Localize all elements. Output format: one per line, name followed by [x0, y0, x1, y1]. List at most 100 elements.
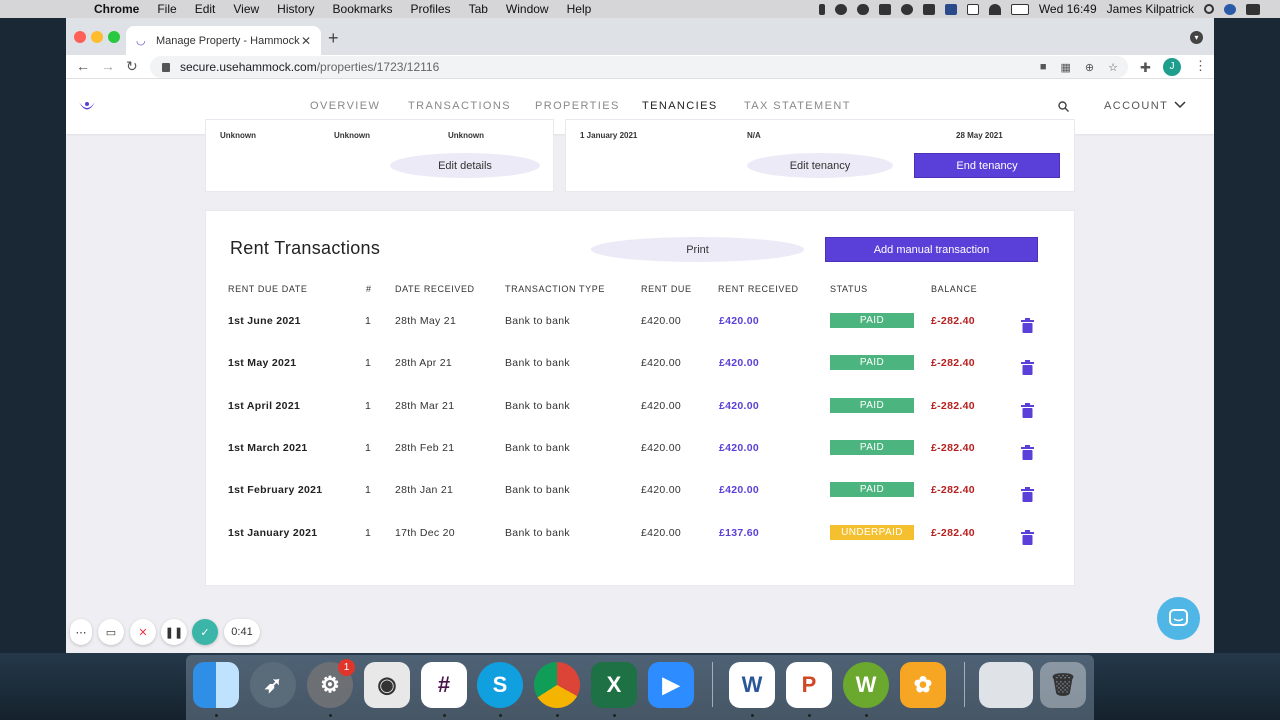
menu-edit[interactable]: Edit: [195, 2, 216, 16]
finder-icon[interactable]: [193, 662, 239, 708]
recorder-pause-icon[interactable]: ❚❚: [161, 619, 187, 645]
menu-history[interactable]: History: [277, 2, 314, 16]
forward-arrow-icon[interactable]: →: [101, 58, 115, 74]
extensions-puzzle-icon[interactable]: ✚: [1140, 60, 1151, 76]
battery-icon[interactable]: [1010, 3, 1029, 15]
minimized-window-icon[interactable]: [979, 662, 1033, 708]
cloud-icon[interactable]: [856, 3, 869, 15]
nav-overview[interactable]: OVERVIEW: [310, 100, 380, 112]
reload-icon[interactable]: ↻: [126, 58, 138, 75]
bookmark-star-icon[interactable]: ☆: [1108, 61, 1118, 74]
tableplus-icon[interactable]: ✿: [900, 662, 946, 708]
search-icon[interactable]: [1058, 101, 1069, 112]
tenancy-value: N/A: [747, 131, 761, 140]
control-center-icon[interactable]: [1246, 3, 1260, 15]
tab-close-icon[interactable]: ✕: [301, 34, 311, 48]
trash-icon[interactable]: [1021, 318, 1034, 333]
menu-tab[interactable]: Tab: [469, 2, 488, 16]
menu-profiles[interactable]: Profiles: [411, 2, 451, 16]
excel-icon[interactable]: X: [591, 662, 637, 708]
add-manual-transaction-button[interactable]: Add manual transaction: [825, 237, 1038, 262]
grid-icon[interactable]: [922, 3, 935, 15]
header-date-received: DATE RECEIVED: [395, 284, 475, 294]
status-badge: UNDERPAID: [830, 525, 914, 540]
recorder-cancel-icon[interactable]: ✕: [130, 619, 156, 645]
row-balance: £-282.40: [931, 442, 975, 454]
spotlight-search-icon[interactable]: [1204, 4, 1214, 14]
account-menu[interactable]: ACCOUNT: [1104, 100, 1168, 112]
row-transaction-type: Bank to bank: [505, 484, 570, 496]
app-menu-name[interactable]: Chrome: [94, 2, 139, 16]
camera-icon[interactable]: ■: [1040, 61, 1047, 74]
chrome-icon[interactable]: [534, 662, 580, 708]
header-status: STATUS: [830, 284, 868, 294]
row-number: 1: [365, 315, 372, 327]
menu-bookmarks[interactable]: Bookmarks: [333, 2, 393, 16]
siri-icon[interactable]: [1224, 3, 1236, 15]
edit-tenancy-button[interactable]: Edit tenancy: [747, 153, 893, 178]
w-app-icon[interactable]: W: [843, 662, 889, 708]
clock-text[interactable]: Wed 16:49: [1039, 2, 1097, 16]
shield-check-icon[interactable]: [900, 3, 913, 15]
end-tenancy-button[interactable]: End tenancy: [914, 153, 1060, 178]
row-balance: £-282.40: [931, 315, 975, 327]
display-icon[interactable]: [966, 3, 979, 15]
trash-icon[interactable]: [1021, 360, 1034, 375]
slack-icon[interactable]: #: [421, 662, 467, 708]
zoom-icon[interactable]: ▶: [648, 662, 694, 708]
launchpad-icon[interactable]: ➶: [250, 662, 296, 708]
word-icon[interactable]: W: [729, 662, 775, 708]
profile-avatar[interactable]: J: [1163, 58, 1181, 76]
powerpoint-icon[interactable]: P: [786, 662, 832, 708]
nav-transactions[interactable]: TRANSACTIONS: [408, 100, 511, 112]
print-button[interactable]: Print: [591, 237, 804, 262]
menu-window[interactable]: Window: [506, 2, 549, 16]
nav-tenancies[interactable]: TENANCIES: [642, 100, 718, 112]
wifi-icon[interactable]: [988, 3, 1001, 15]
trash-bin-icon[interactable]: 🗑: [1040, 662, 1086, 708]
address-bar[interactable]: secure.usehammock.com/properties/1723/12…: [150, 56, 1128, 78]
header-rent-due: RENT DUE: [641, 284, 692, 294]
nav-tax-statement[interactable]: TAX STATEMENT: [744, 100, 851, 112]
row-number: 1: [365, 527, 372, 539]
browser-menu-icon[interactable]: ⋮: [1194, 58, 1207, 74]
recorder-more-icon[interactable]: ⋯: [70, 619, 92, 645]
edit-details-button[interactable]: Edit details: [390, 153, 540, 178]
qr-code-icon[interactable]: ▦: [1061, 61, 1071, 74]
skype-icon[interactable]: S: [477, 662, 523, 708]
trash-icon[interactable]: [1021, 403, 1034, 418]
new-tab-icon[interactable]: +: [328, 28, 339, 49]
running-indicator: [865, 714, 868, 717]
trash-icon[interactable]: [1021, 445, 1034, 460]
zoom-icon[interactable]: ⊕: [1085, 61, 1094, 74]
record-icon[interactable]: [834, 3, 847, 15]
row-rent-due: £420.00: [641, 484, 682, 496]
trash-icon[interactable]: [1021, 530, 1034, 545]
browser-tab[interactable]: ◡ Manage Property - Hammock ✕: [126, 26, 321, 55]
chevron-down-icon[interactable]: [1174, 101, 1186, 109]
chat-launcher-button[interactable]: [1157, 597, 1200, 640]
menu-view[interactable]: View: [233, 2, 259, 16]
running-indicator: [808, 714, 811, 717]
menu-file[interactable]: File: [157, 2, 176, 16]
hammock-logo-icon[interactable]: [78, 99, 96, 115]
row-received-date: 28th May 21: [395, 315, 457, 327]
screenshot-icon[interactable]: ◉: [364, 662, 410, 708]
nav-properties[interactable]: PROPERTIES: [535, 100, 620, 112]
running-indicator: [613, 714, 616, 717]
back-arrow-icon[interactable]: ←: [76, 58, 90, 74]
window-close-button[interactable]: [74, 31, 86, 43]
running-indicator: [556, 714, 559, 717]
header-number: #: [366, 284, 372, 294]
text-tool-icon[interactable]: [878, 3, 891, 15]
user-name[interactable]: James Kilpatrick: [1107, 2, 1194, 16]
window-minimize-button[interactable]: [91, 31, 103, 43]
menu-help[interactable]: Help: [567, 2, 592, 16]
recorder-finish-icon[interactable]: ✓: [192, 619, 218, 645]
flag-icon[interactable]: [944, 3, 957, 15]
microphone-icon[interactable]: [818, 3, 825, 15]
trash-icon[interactable]: [1021, 487, 1034, 502]
window-zoom-button[interactable]: [108, 31, 120, 43]
recorder-camera-icon[interactable]: ▭: [98, 619, 124, 645]
tab-search-icon[interactable]: ▾: [1190, 31, 1203, 44]
